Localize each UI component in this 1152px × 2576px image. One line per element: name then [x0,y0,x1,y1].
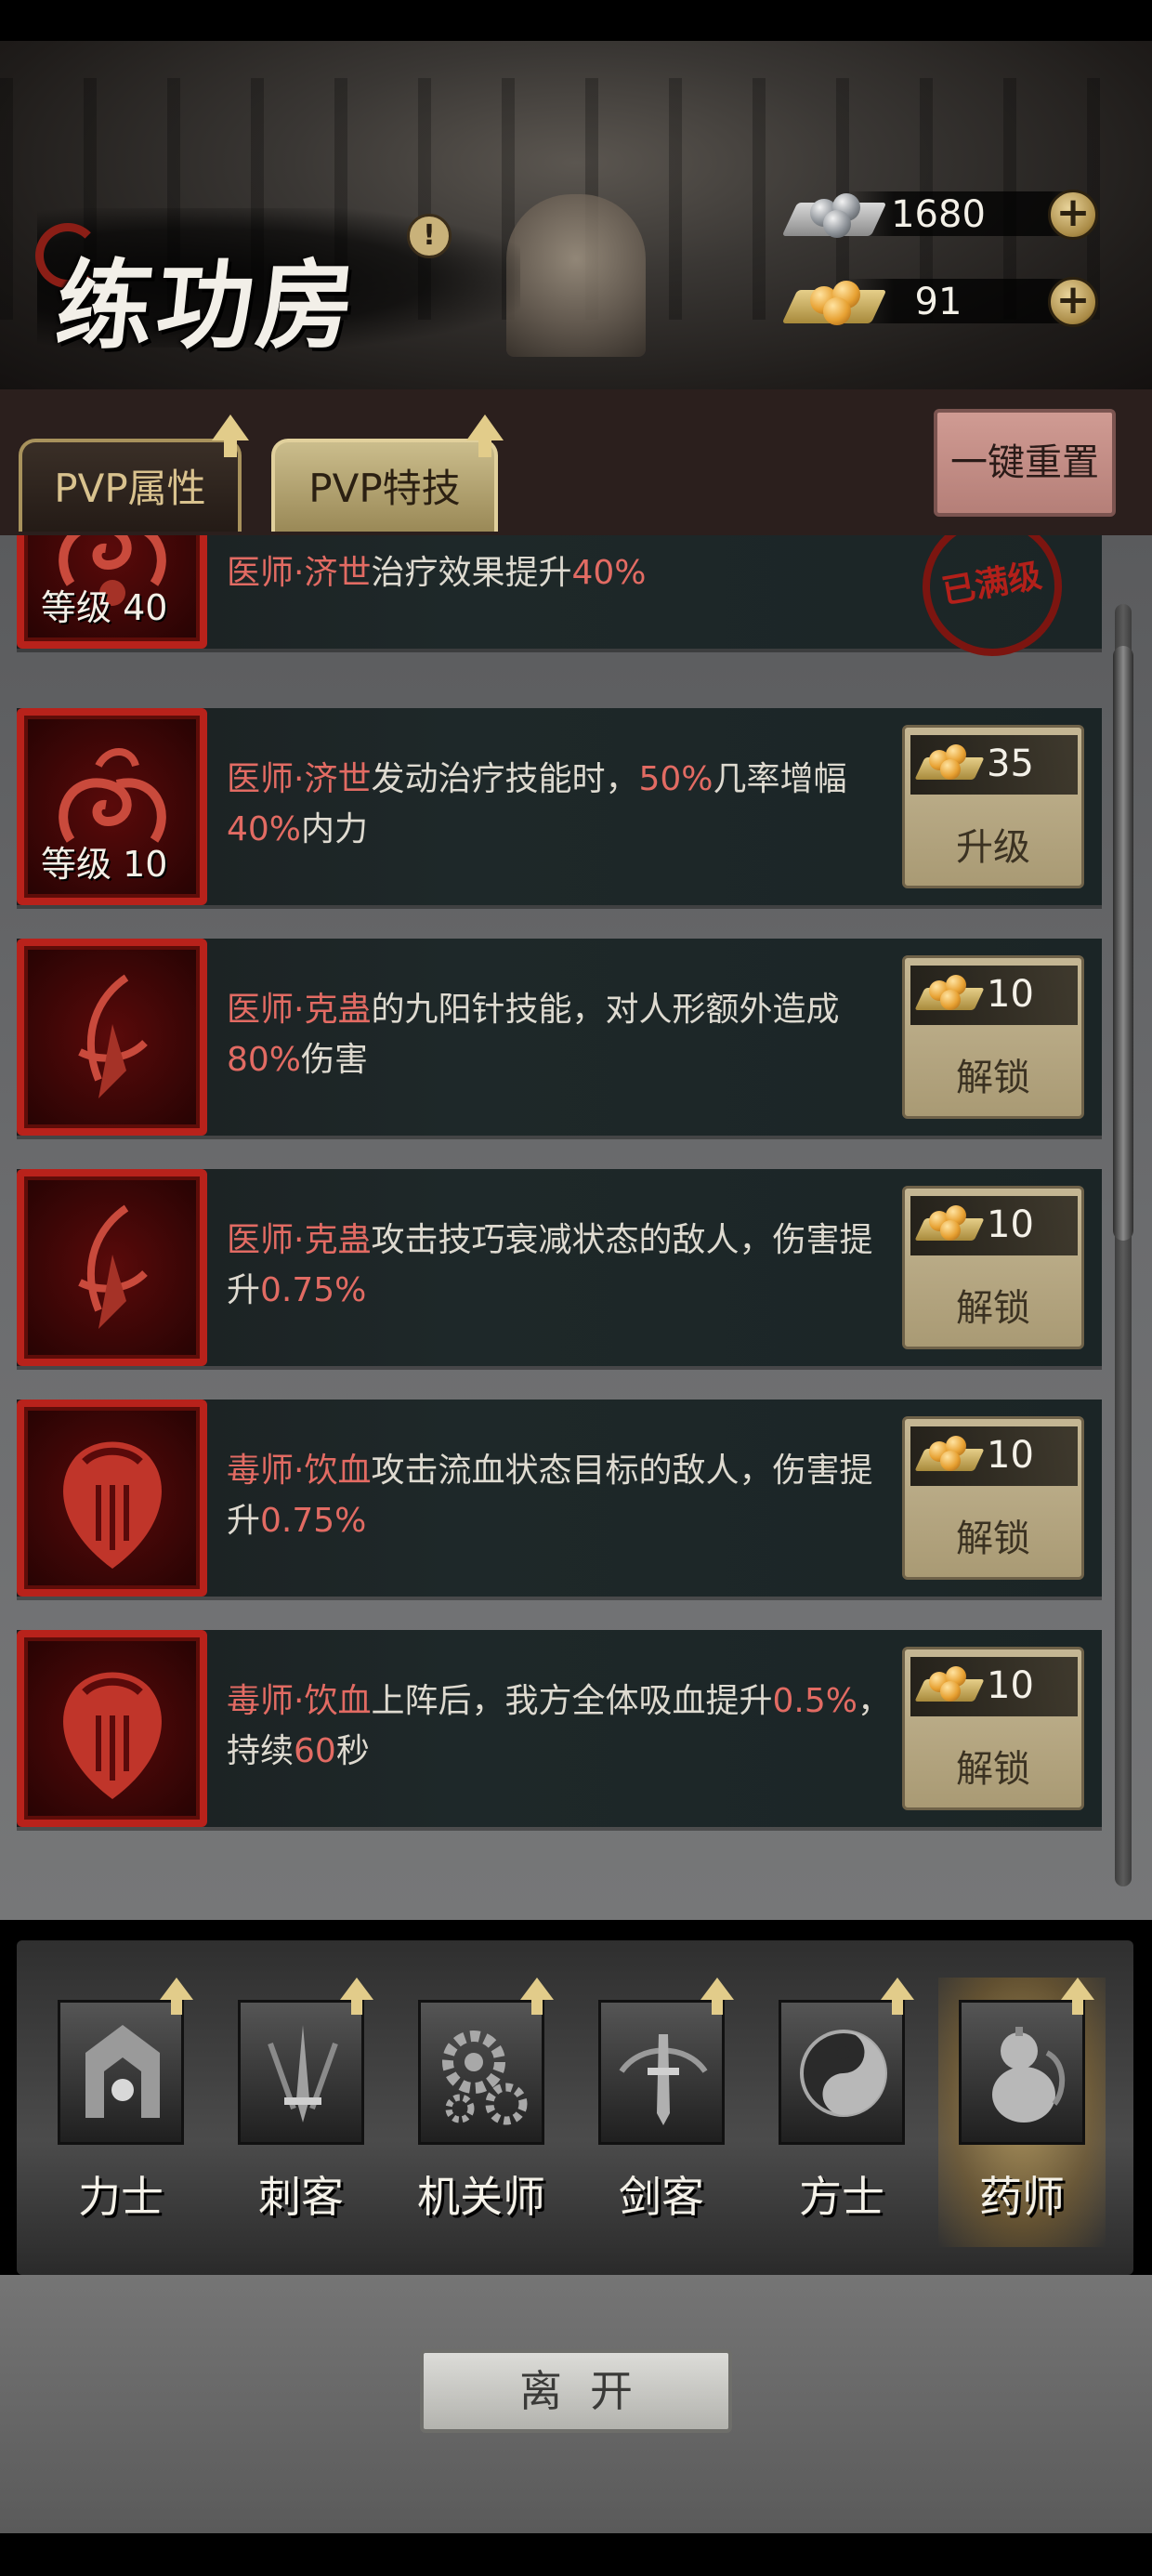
action-label: 解锁 [956,1287,1030,1330]
cost-value: 35 [987,743,1034,785]
upgrade-arrow-icon [700,1978,734,2015]
skill-row: 毒师·饮血上阵后，我方全体吸血提升0.5%，持续60秒 10 解锁 [17,1630,1102,1827]
action-label: 升级 [956,826,1030,869]
skill-description: 医师·济世发动治疗技能时，50%几率增幅40%内力 [227,760,847,848]
class-selector: 力士 刺客 机关师 剑客 方士 药师 [17,1940,1133,2275]
skill-icon-frame: 等级 40 [17,535,207,649]
yinyang-icon [779,2000,905,2145]
tab-pvp-skills[interactable]: PVP特技 [271,439,498,532]
needle-claw-icon [78,974,148,1098]
scrollbar-thumb[interactable] [1113,646,1133,1241]
upgrade-button[interactable]: 35 升级 [902,725,1084,888]
skill-row: 等级 10 医师·济世发动治疗技能时，50%几率增幅40%内力 35 升级 [17,708,1102,905]
skill-description: 医师·克蛊攻击技巧衰减状态的敌人，伤害提升0.75% [227,1221,873,1309]
cost-tag: 10 [910,1196,1078,1255]
silver-amount: 1680 [891,193,986,236]
class-label: 机关师 [417,2172,545,2222]
cost-tag: 10 [910,1426,1078,1486]
cost-tag: 10 [910,966,1078,1025]
class-tab-lishi[interactable]: 力士 [37,1978,204,2247]
upgrade-arrow-icon [466,414,504,457]
upgrade-arrow-icon [212,414,249,457]
unlock-button[interactable]: 10 解锁 [902,1186,1084,1349]
cost-value: 10 [987,1434,1034,1477]
skill-row: 等级 40 医师·济世治疗效果提升40% 已满级 [17,535,1102,667]
unlock-button[interactable]: 10 解锁 [902,1647,1084,1810]
class-tab-yaoshi[interactable]: 药师 [938,1978,1106,2247]
cost-value: 10 [987,1203,1034,1246]
cost-tag: 10 [910,1657,1078,1716]
gourd-icon [959,2000,1085,2145]
skill-row: 医师·克蛊攻击技巧衰减状态的敌人，伤害提升0.75% 10 解锁 [17,1169,1102,1366]
page-title: 练功房 [50,248,364,362]
skill-description: 医师·克蛊的九阳针技能，对人形额外造成80%伤害 [227,991,840,1079]
leave-button[interactable]: 离开 [420,2349,732,2433]
class-label: 刺客 [258,2172,344,2222]
action-label: 解锁 [956,1518,1030,1560]
skill-row: 医师·克蛊的九阳针技能，对人形额外造成80%伤害 10 解锁 [17,939,1102,1136]
add-silver-button[interactable]: + [1048,190,1098,240]
skill-description: 医师·济世治疗效果提升40% [227,554,647,592]
gears-icon [418,2000,544,2145]
class-tab-fangshi[interactable]: 方士 [758,1978,925,2247]
class-label: 方士 [799,2172,884,2222]
skill-list[interactable]: 等级 40 医师·济世治疗效果提升40% 已满级 等级 10 医师·济世发动治疗… [0,535,1152,1920]
sword-icon [598,2000,725,2145]
unlock-button[interactable]: 10 解锁 [902,955,1084,1119]
skill-description: 毒师·饮血上阵后，我方全体吸血提升0.5%，持续60秒 [227,1682,891,1770]
class-tab-jiguanshi[interactable]: 机关师 [398,1978,565,2247]
action-label: 解锁 [956,1748,1030,1791]
silver-currency: 1680 + [781,180,1106,245]
skill-icon-frame [17,939,207,1136]
class-label: 剑客 [619,2172,704,2222]
gold-currency: 91 + [781,268,1106,333]
add-gold-button[interactable]: + [1048,277,1098,327]
class-label: 药师 [979,2172,1065,2222]
skill-level: 等级 10 [41,844,168,885]
skill-icon-frame [17,1169,207,1366]
cost-value: 10 [987,1664,1034,1707]
status-bar [0,0,1152,41]
skill-icon-frame [17,1630,207,1827]
blade-icon [238,2000,364,2145]
navigation-bar [0,2533,1152,2576]
alert-badge[interactable]: ! [407,214,452,258]
max-level-stamp: 已满级 [911,535,1073,667]
skill-icon-frame [17,1400,207,1597]
cost-tag: 35 [910,735,1078,795]
skill-description: 毒师·饮血攻击流血状态目标的敌人，伤害提升0.75% [227,1452,873,1540]
upgrade-arrow-icon [520,1978,554,2015]
gold-amount: 91 [914,281,962,323]
class-tab-cike[interactable]: 刺客 [217,1978,385,2247]
hall-altar [506,194,646,357]
upgrade-arrow-icon [1061,1978,1094,2015]
upgrade-arrow-icon [881,1978,914,2015]
needle-claw-icon [78,1204,148,1329]
cost-value: 10 [987,973,1034,1016]
skill-level: 等级 40 [41,587,168,628]
action-label: 解锁 [956,1057,1030,1099]
class-label: 力士 [78,2172,164,2222]
serpent-heart-icon [63,1441,162,1569]
upgrade-arrow-icon [160,1978,193,2015]
unlock-button[interactable]: 10 解锁 [902,1416,1084,1580]
serpent-heart-icon [63,1672,162,1799]
upgrade-arrow-icon [340,1978,373,2015]
class-tab-jianke[interactable]: 剑客 [578,1978,745,2247]
header: 练功房 ! 1680 + 91 + [0,41,1152,389]
reset-all-button[interactable]: 一键重置 [934,409,1116,517]
skill-row: 毒师·饮血攻击流血状态目标的敌人，伤害提升0.75% 10 解锁 [17,1400,1102,1597]
skill-icon-frame: 等级 10 [17,708,207,905]
tab-pvp-attributes[interactable]: PVP属性 [19,439,242,532]
helmet-icon [58,2000,184,2145]
